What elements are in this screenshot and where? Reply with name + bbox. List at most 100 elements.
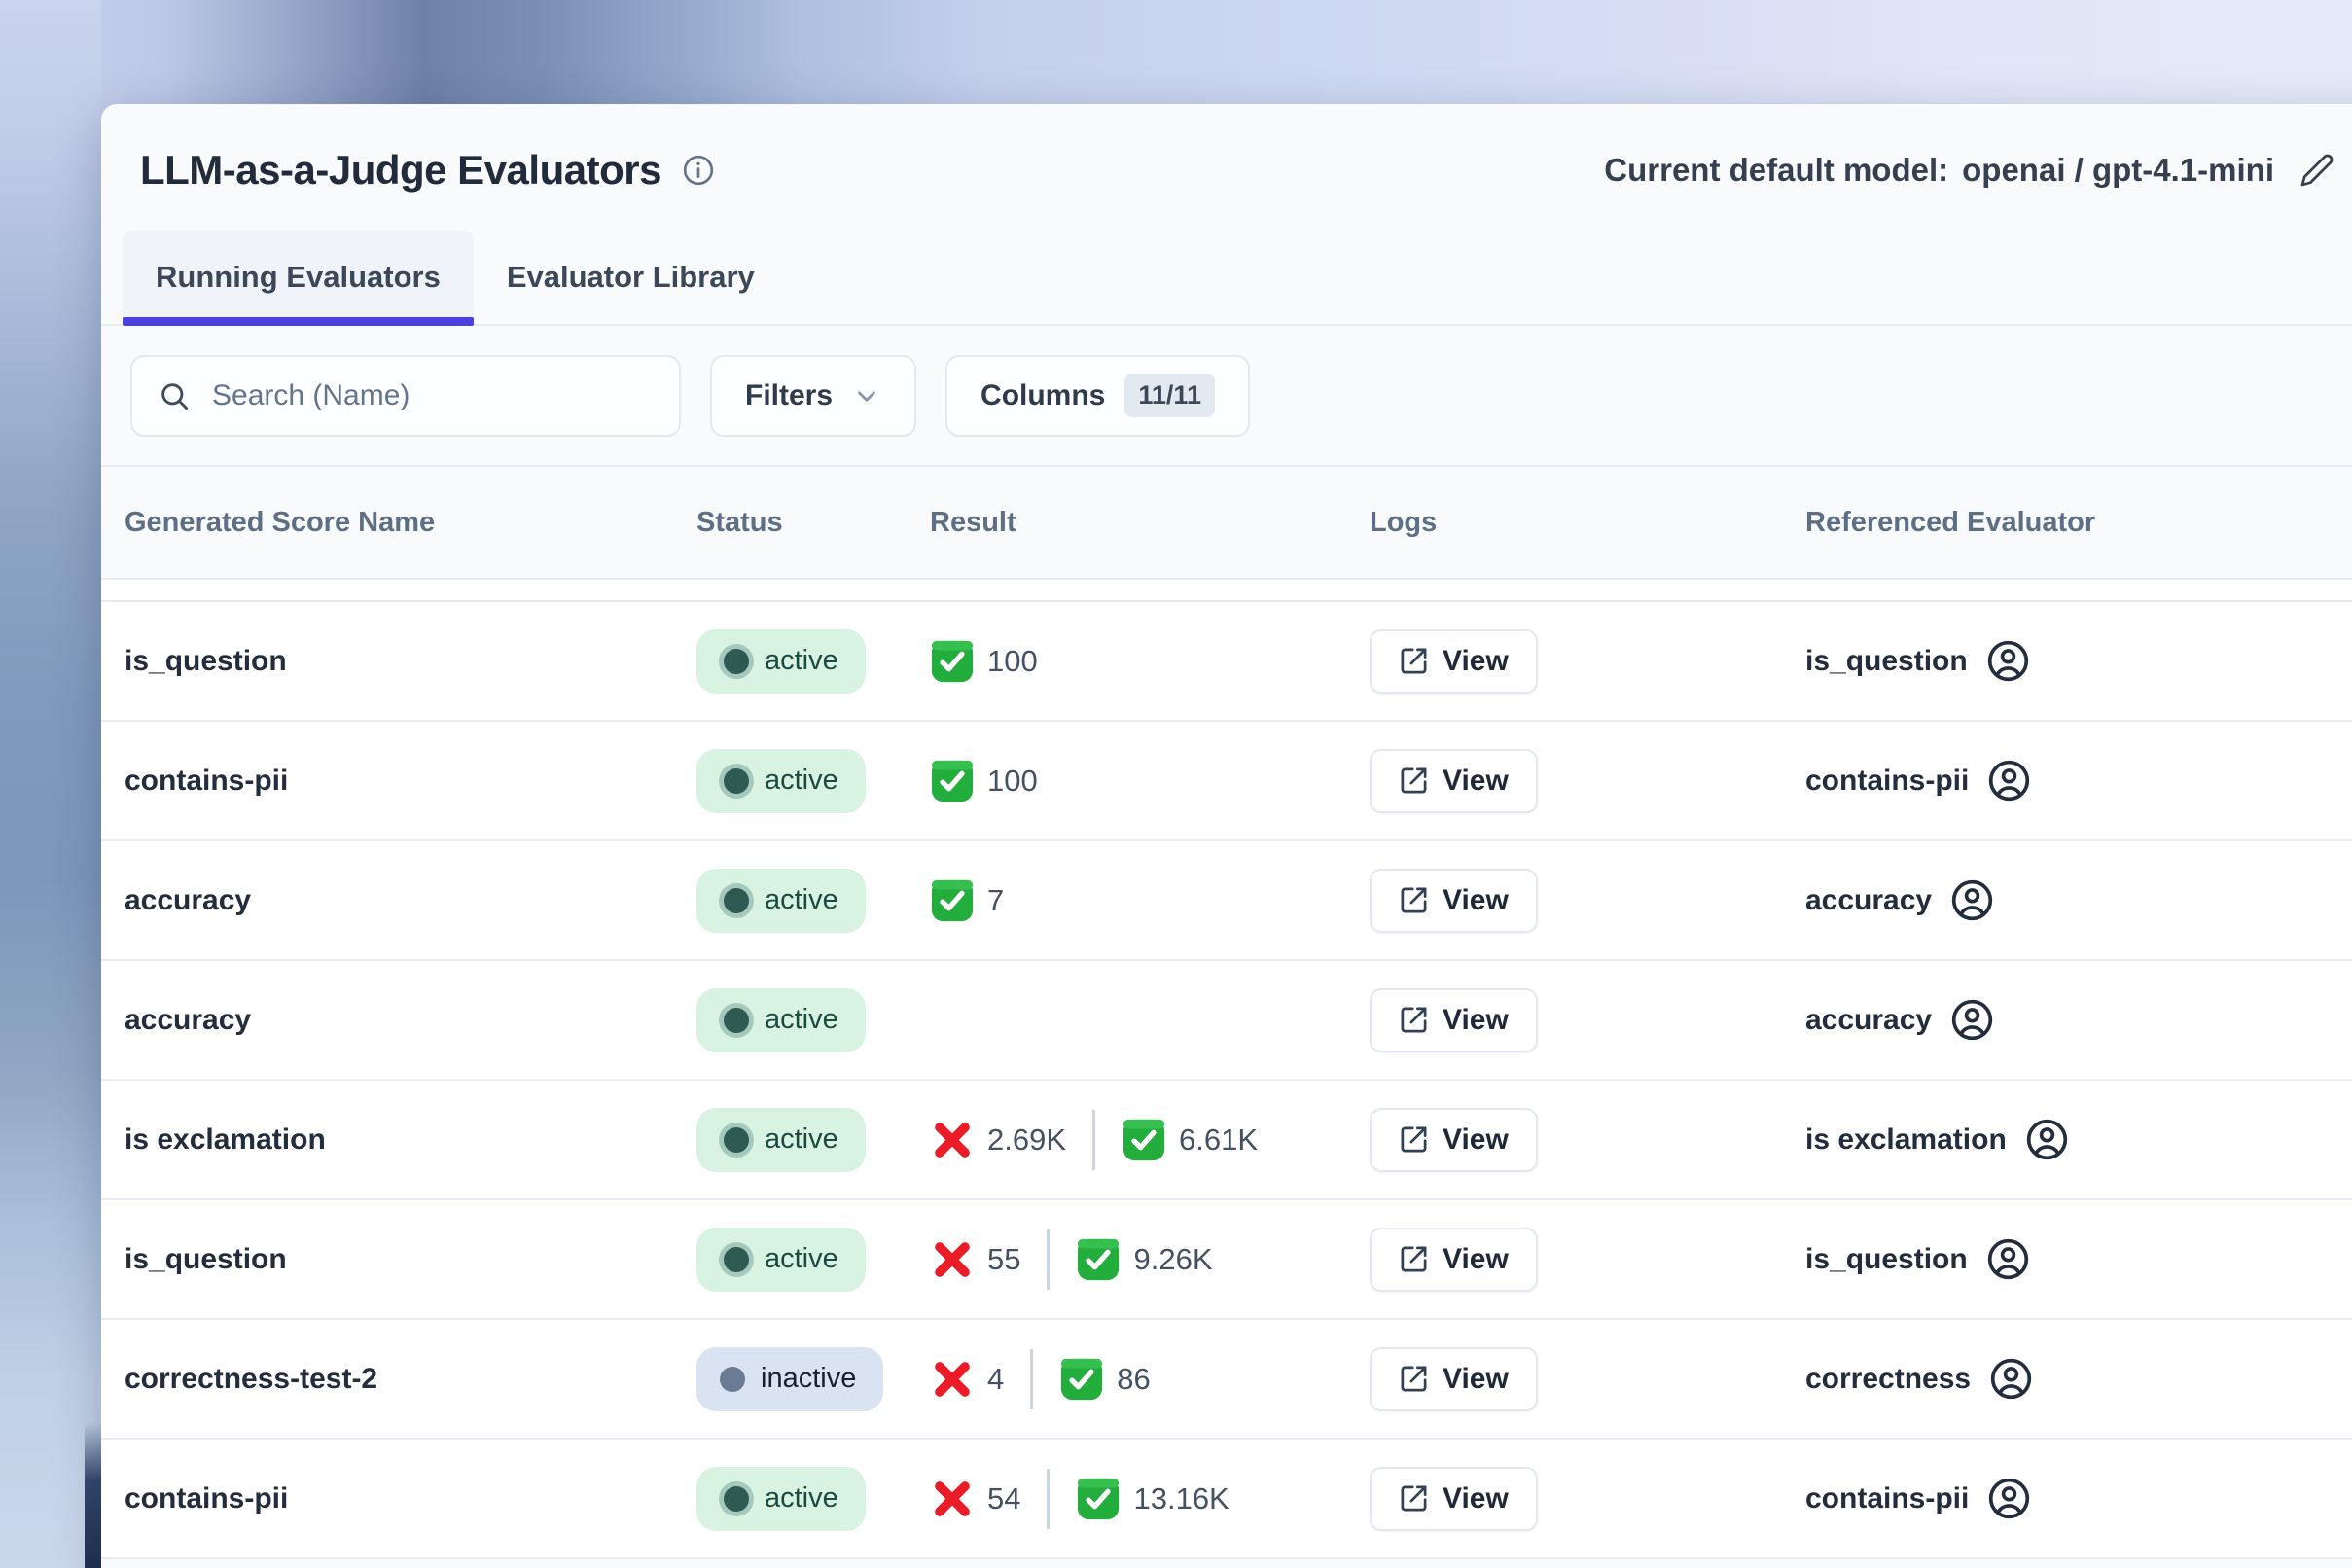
status-badge: active: [696, 749, 866, 813]
result-cell: 4 86: [930, 1349, 1370, 1409]
view-logs-button[interactable]: View: [1370, 988, 1538, 1052]
search-box[interactable]: [130, 355, 681, 437]
result-cell: 100: [930, 639, 1370, 684]
pencil-icon[interactable]: [2299, 153, 2334, 188]
column-header-status: Status: [696, 507, 930, 539]
table-row: accuracy active View accuracy: [101, 961, 2352, 1081]
external-link-icon: [1399, 1124, 1429, 1155]
table-row: is exclamation active 2.69K 6.61K: [101, 1081, 2352, 1200]
x-mark-icon: [930, 1357, 975, 1402]
table-row: is_question active 100 View: [101, 602, 2352, 722]
status-dot-icon: [724, 1008, 749, 1033]
pass-count: 7: [930, 878, 1004, 923]
check-square-icon: [930, 639, 975, 684]
chevron-down-icon: [852, 381, 881, 410]
evaluators-panel: LLM-as-a-Judge Evaluators Current defaul…: [101, 104, 2352, 1568]
user-circle-icon: [1949, 997, 1995, 1043]
user-circle-icon: [1985, 1236, 2031, 1282]
table-row: correctness-test-2 inactive 4 86: [101, 1320, 2352, 1440]
referenced-evaluator: contains-pii: [1805, 758, 2352, 803]
referenced-evaluator: accuracy: [1805, 997, 2352, 1043]
columns-button[interactable]: Columns 11/11: [945, 355, 1250, 437]
default-model-value: openai / gpt-4.1-mini: [1962, 152, 2274, 189]
score-name: is_question: [125, 645, 287, 677]
view-logs-button[interactable]: View: [1370, 629, 1538, 694]
view-logs-button[interactable]: View: [1370, 749, 1538, 813]
score-name: accuracy: [125, 1004, 251, 1036]
referenced-evaluator: is_question: [1805, 638, 2352, 684]
referenced-evaluator: accuracy: [1805, 877, 2352, 923]
view-logs-button[interactable]: View: [1370, 1467, 1538, 1531]
check-square-icon: [1059, 1357, 1104, 1402]
tabs: Running Evaluators Evaluator Library: [101, 231, 2352, 326]
table-toolbar: Filters Columns 11/11: [101, 326, 2352, 467]
user-circle-icon: [1949, 877, 1995, 923]
referenced-evaluator: is_question: [1805, 1236, 2352, 1282]
check-square-icon: [1076, 1477, 1121, 1521]
user-circle-icon: [1986, 1476, 2032, 1521]
partially-scrolled-row: [101, 580, 2352, 602]
pass-count: 13.16K: [1076, 1477, 1229, 1521]
external-link-icon: [1399, 1483, 1429, 1514]
fail-count: 54: [930, 1477, 1020, 1521]
tab-running-evaluators[interactable]: Running Evaluators: [123, 231, 474, 324]
check-square-icon: [1122, 1118, 1166, 1162]
tab-evaluator-library[interactable]: Evaluator Library: [474, 231, 788, 324]
filters-button[interactable]: Filters: [710, 355, 916, 437]
referenced-evaluator: contains-pii: [1805, 1476, 2352, 1521]
table-row: is_question active 55 9.26K: [101, 1200, 2352, 1320]
table-body: is_question active 100 View: [101, 602, 2352, 1559]
table-header: Generated Score Name Status Result Logs …: [101, 467, 2352, 580]
x-mark-icon: [930, 1477, 975, 1521]
table-row: contains-pii active 100 View: [101, 722, 2352, 841]
view-logs-button[interactable]: View: [1370, 869, 1538, 933]
status-dot-icon: [720, 1367, 745, 1392]
column-header-name: Generated Score Name: [125, 507, 696, 539]
external-link-icon: [1399, 1364, 1429, 1394]
pass-count: 9.26K: [1076, 1237, 1212, 1282]
result-cell: 2.69K 6.61K: [930, 1110, 1370, 1170]
user-circle-icon: [1988, 1356, 2034, 1402]
page-title: LLM-as-a-Judge Evaluators: [140, 147, 661, 194]
result-cell: 54 13.16K: [930, 1469, 1370, 1529]
fail-count: 4: [930, 1357, 1004, 1402]
status-badge: active: [696, 1108, 866, 1172]
score-name: accuracy: [125, 884, 251, 916]
check-square-icon: [930, 878, 975, 923]
result-cell: 7: [930, 878, 1370, 923]
table-row: contains-pii active 54 13.16K: [101, 1440, 2352, 1559]
search-icon: [158, 379, 191, 412]
fail-count: 2.69K: [930, 1118, 1066, 1162]
wallpaper-left: [0, 0, 101, 1568]
info-icon[interactable]: [681, 153, 716, 188]
referenced-evaluator: is exclamation: [1805, 1117, 2352, 1162]
status-dot-icon: [724, 888, 749, 913]
default-model-label: Current default model:: [1604, 152, 1948, 189]
view-logs-button[interactable]: View: [1370, 1108, 1538, 1172]
check-square-icon: [1076, 1237, 1121, 1282]
x-mark-icon: [930, 1237, 975, 1282]
score-name: contains-pii: [125, 1482, 288, 1515]
status-dot-icon: [724, 649, 749, 674]
view-logs-button[interactable]: View: [1370, 1347, 1538, 1411]
status-badge: inactive: [696, 1347, 883, 1411]
external-link-icon: [1399, 1244, 1429, 1274]
fail-count: 55: [930, 1237, 1020, 1282]
view-logs-button[interactable]: View: [1370, 1228, 1538, 1292]
result-divider: [1047, 1229, 1050, 1290]
external-link-icon: [1399, 646, 1429, 676]
status-badge: active: [696, 869, 866, 933]
status-badge: active: [696, 629, 866, 694]
result-divider: [1047, 1469, 1050, 1529]
referenced-evaluator: correctness: [1805, 1356, 2352, 1402]
column-header-result: Result: [930, 507, 1370, 539]
pass-count: 86: [1059, 1357, 1150, 1402]
pass-count: 100: [930, 759, 1038, 803]
result-divider: [1030, 1349, 1033, 1409]
external-link-icon: [1399, 885, 1429, 915]
wallpaper-dark-streak: [85, 1422, 101, 1568]
column-header-logs: Logs: [1370, 507, 1805, 539]
status-dot-icon: [724, 1486, 749, 1512]
search-input[interactable]: [212, 379, 654, 412]
result-cell: 100: [930, 759, 1370, 803]
